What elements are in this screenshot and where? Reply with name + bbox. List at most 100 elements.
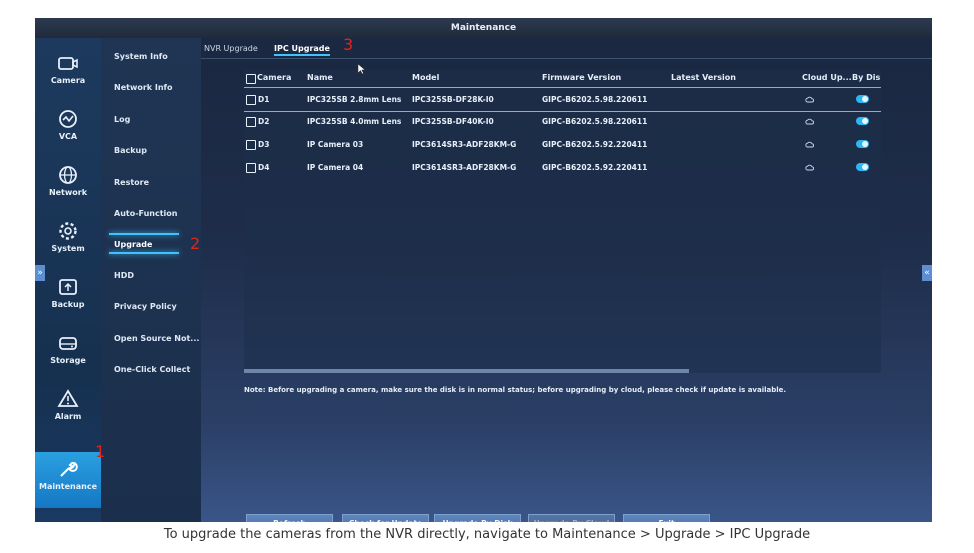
col-by-disk[interactable]: By Dis <box>852 73 880 82</box>
nav-label: Network <box>48 188 88 197</box>
horizontal-scrollbar[interactable] <box>244 369 689 373</box>
table-row[interactable]: D2 IPC325SB 4.0mm Lens IPC325SB-DF40K-I0… <box>244 113 881 133</box>
subnav-privacy-policy[interactable]: Privacy Policy <box>114 302 177 311</box>
tab-nvr-upgrade[interactable]: NVR Upgrade <box>204 44 258 53</box>
row-checkbox[interactable] <box>246 163 256 173</box>
nav-label: Alarm <box>54 412 82 421</box>
globe-icon <box>59 166 77 184</box>
subnav-upgrade-underline <box>109 252 179 254</box>
nav-label: Camera <box>50 76 86 85</box>
nav-label: Maintenance <box>38 482 97 491</box>
cell-camera: D3 <box>258 140 270 149</box>
cell-firmware: GIPC-B6202.5.98.220611 <box>542 117 648 126</box>
upgrade-note: Note: Before upgrading a camera, make su… <box>244 386 787 394</box>
refresh-button[interactable]: Refresh <box>246 514 333 522</box>
nav-vca[interactable]: VCA <box>35 102 101 154</box>
cell-model: IPC325SB-DF28K-I0 <box>412 95 494 104</box>
cell-firmware: GIPC-B6202.5.98.220611 <box>542 95 648 104</box>
alarm-icon <box>57 389 79 407</box>
backup-icon <box>59 279 77 295</box>
maintenance-subnav: System Info Network Info Log Backup Rest… <box>101 38 201 522</box>
upgrade-by-disk-button[interactable]: Upgrade By Disk <box>434 514 521 522</box>
table-row[interactable]: D1 IPC325SB 2.8mm Lens IPC325SB-DF28K-I0… <box>244 91 881 111</box>
select-all-checkbox[interactable] <box>246 74 256 84</box>
col-name[interactable]: Name <box>307 73 333 82</box>
subnav-auto-function[interactable]: Auto-Function <box>114 209 177 218</box>
nav-alarm[interactable]: Alarm <box>35 382 101 434</box>
col-model[interactable]: Model <box>412 73 439 82</box>
nav-label: VCA <box>58 132 78 141</box>
subnav-backup[interactable]: Backup <box>114 146 147 155</box>
col-latest[interactable]: Latest Version <box>671 73 736 82</box>
cell-camera: D4 <box>258 163 270 172</box>
gear-icon <box>59 222 77 240</box>
col-firmware[interactable]: Firmware Version <box>542 73 621 82</box>
nav-storage[interactable]: Storage <box>35 326 101 378</box>
table-row[interactable]: D4 IP Camera 04 IPC3614SR3-ADF28KM-G GIP… <box>244 159 881 179</box>
col-camera[interactable]: Camera <box>257 73 291 82</box>
expand-left-icon[interactable]: » <box>35 265 45 281</box>
subnav-log[interactable]: Log <box>114 115 130 124</box>
cloud-upgrade-icon[interactable] <box>805 96 814 103</box>
nav-network[interactable]: Network <box>35 158 101 210</box>
nav-label: Storage <box>50 356 86 365</box>
row-selected-line <box>244 111 881 112</box>
step-marker-1: 1 <box>95 442 106 461</box>
camera-table: Camera Name Model Firmware Version Lates… <box>244 70 881 373</box>
nvr-screen: Maintenance Camera VCA Network System Ba… <box>35 18 932 522</box>
window-title: Maintenance <box>35 18 932 38</box>
subnav-open-source[interactable]: Open Source Not... <box>114 334 199 343</box>
row-checkbox[interactable] <box>246 95 256 105</box>
header-divider <box>244 87 881 88</box>
figure-caption: To upgrade the cameras from the NVR dire… <box>163 527 811 542</box>
cloud-upgrade-icon[interactable] <box>805 118 814 125</box>
subnav-network-info[interactable]: Network Info <box>114 83 173 92</box>
storage-icon <box>59 337 77 350</box>
col-cloud[interactable]: Cloud Up... <box>802 73 852 82</box>
cell-model: IPC3614SR3-ADF28KM-G <box>412 140 517 149</box>
step-marker-3: 3 <box>343 35 354 54</box>
subnav-restore[interactable]: Restore <box>114 178 149 187</box>
cell-firmware: GIPC-B6202.5.92.220411 <box>542 163 648 172</box>
check-update-button[interactable]: Check for Update <box>342 514 429 522</box>
cell-name: IP Camera 04 <box>307 163 364 172</box>
cell-firmware: GIPC-B6202.5.92.220411 <box>542 140 648 149</box>
cell-name: IPC325SB 4.0mm Lens <box>307 117 402 126</box>
vca-icon <box>59 110 77 128</box>
nav-system[interactable]: System <box>35 214 101 266</box>
tab-divider <box>201 58 932 59</box>
mouse-cursor-icon <box>358 64 366 74</box>
subnav-upgrade[interactable]: Upgrade <box>114 240 152 249</box>
row-checkbox[interactable] <box>246 140 256 150</box>
camera-icon <box>58 57 78 70</box>
cloud-upgrade-icon[interactable] <box>805 164 814 171</box>
wrench-icon <box>60 461 78 477</box>
subnav-system-info[interactable]: System Info <box>114 52 168 61</box>
main-panel: NVR Upgrade IPC Upgrade Camera Name Mode… <box>201 38 932 522</box>
nav-camera[interactable]: Camera <box>35 46 101 98</box>
nav-label: Backup <box>51 300 85 309</box>
by-disk-toggle[interactable] <box>856 117 869 125</box>
cell-name: IPC325SB 2.8mm Lens <box>307 95 402 104</box>
cell-model: IPC325SB-DF40K-I0 <box>412 117 494 126</box>
cloud-upgrade-icon[interactable] <box>805 141 814 148</box>
tab-ipc-upgrade[interactable]: IPC Upgrade <box>274 44 330 56</box>
cell-camera: D2 <box>258 117 270 126</box>
by-disk-toggle[interactable] <box>856 163 869 171</box>
by-disk-toggle[interactable] <box>856 95 869 103</box>
subnav-hdd[interactable]: HDD <box>114 271 134 280</box>
cell-name: IP Camera 03 <box>307 140 364 149</box>
step-marker-2: 2 <box>190 234 201 253</box>
cell-model: IPC3614SR3-ADF28KM-G <box>412 163 517 172</box>
expand-right-icon[interactable]: « <box>922 265 932 281</box>
upgrade-by-cloud-button[interactable]: Upgrade By Cloud <box>528 514 615 522</box>
table-row[interactable]: D3 IP Camera 03 IPC3614SR3-ADF28KM-G GIP… <box>244 136 881 156</box>
nav-label: System <box>51 244 85 253</box>
nav-maintenance[interactable]: Maintenance <box>35 452 101 508</box>
subnav-one-click-collect[interactable]: One-Click Collect <box>114 365 190 374</box>
subnav-upgrade-glow <box>109 233 179 235</box>
row-checkbox[interactable] <box>246 117 256 127</box>
by-disk-toggle[interactable] <box>856 140 869 148</box>
exit-button[interactable]: Exit <box>623 514 710 522</box>
cell-camera: D1 <box>258 95 270 104</box>
